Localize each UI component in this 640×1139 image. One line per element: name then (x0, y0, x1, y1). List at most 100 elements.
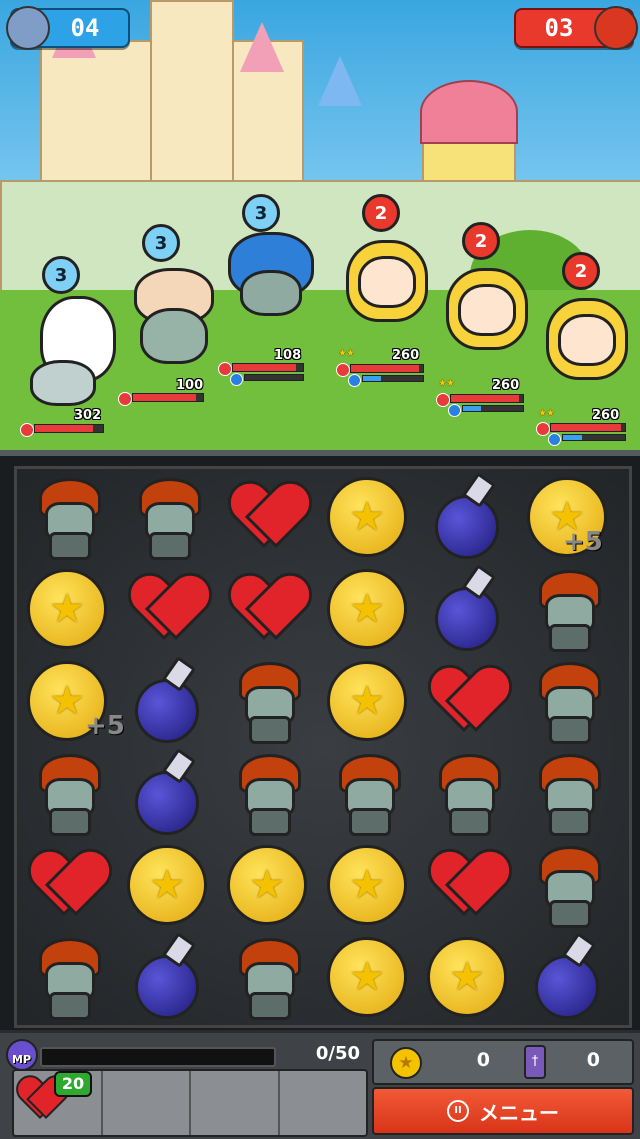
girl-face (458, 284, 516, 336)
zombie-icon (35, 754, 101, 836)
pause-icon: II (447, 1100, 469, 1122)
mp-bolt-icon (230, 373, 243, 386)
board-cell-coin[interactable]: ★ (221, 839, 313, 931)
coin-count: 0 (476, 1049, 490, 1071)
board-cell-heart[interactable] (221, 563, 313, 655)
enemy-unit-3[interactable]: 2 ★★ 260 (536, 250, 632, 450)
heart-icon (132, 576, 202, 642)
board-cell-zombie[interactable] (221, 931, 313, 1023)
hp-value: 302 (74, 408, 102, 423)
hp-bar (450, 394, 524, 403)
menu-label: メニュー (479, 1100, 559, 1125)
mp-bar (562, 434, 626, 441)
potion-icon (135, 679, 199, 743)
board-cell-heart[interactable] (221, 471, 313, 563)
heart-icon (432, 668, 502, 734)
heart-icon (20, 423, 34, 437)
zombie-icon (435, 754, 501, 836)
girl-face (558, 314, 616, 366)
mp-value: 0/50 (315, 1043, 360, 1064)
coin-icon: ★ (390, 1047, 422, 1079)
board-cell-zombie[interactable] (321, 747, 413, 839)
zombie-face-icon (6, 6, 50, 50)
menu-button[interactable]: II メニュー (372, 1087, 634, 1135)
board-cell-coin[interactable]: ★ (421, 931, 513, 1023)
mp-gauge (40, 1047, 276, 1067)
zombie-icon (35, 938, 101, 1020)
board-cell-coin[interactable]: ★ (21, 563, 113, 655)
hp-bar (132, 393, 204, 402)
board-cell-potion[interactable] (421, 563, 513, 655)
heart-icon (232, 576, 302, 642)
zombie-icon (535, 754, 601, 836)
coin-icon: ★ (327, 569, 407, 649)
enemy-unit-1[interactable]: 2 ★★ 260 (336, 190, 432, 390)
board-cell-potion[interactable] (121, 655, 213, 747)
wrestler-body (30, 360, 96, 406)
board-cell-zombie[interactable] (21, 471, 113, 563)
board-cell-potion[interactable] (121, 931, 213, 1023)
rank-stars: ★★ (538, 408, 555, 419)
board-cell-coin[interactable]: ★ (321, 655, 413, 747)
board-cell-coin[interactable]: ★ (321, 931, 413, 1023)
turn-counter: 3 (142, 224, 180, 262)
hp-bar (550, 423, 626, 432)
bonus-label: +5 (563, 527, 603, 557)
zombie-icon (235, 754, 301, 836)
ally-unit-bluehair[interactable]: 3 108 (218, 190, 318, 390)
potion-icon (135, 771, 199, 835)
board-cell-heart[interactable] (421, 655, 513, 747)
rank-stars: ★★ (438, 378, 455, 389)
hp-value: 108 (274, 348, 302, 363)
heart-icon (432, 852, 502, 918)
board-cell-potion[interactable] (421, 471, 513, 563)
board-cell-zombie[interactable] (21, 931, 113, 1023)
battle-scene: 04 03 3 302 3 100 3 108 2 ★★ 260 2 ★★ 26… (0, 0, 640, 450)
board-cell-zombie[interactable] (221, 655, 313, 747)
board-cell-coin[interactable]: ★ (321, 471, 413, 563)
enemy-unit-2[interactable]: 2 ★★ 260 (436, 218, 532, 418)
puzzle-board: ★ ★ ★ ★ ★ ★ ★ ★ ★ ★ ★ +5 +5 (0, 450, 640, 1036)
turn-counter: 2 (462, 222, 500, 260)
hp-badge: 20 (54, 1071, 92, 1097)
heart-icon (32, 852, 102, 918)
board-cell-coin[interactable]: ★ (321, 839, 413, 931)
board-cell-coin[interactable]: ★ (321, 563, 413, 655)
board-cell-heart[interactable] (121, 563, 213, 655)
mp-bar (462, 405, 524, 412)
board-cell-heart[interactable] (421, 839, 513, 931)
ally-unit-wrestler[interactable]: 3 302 (20, 250, 130, 440)
board-cell-zombie[interactable] (521, 563, 613, 655)
resource-panel: ★ 0 † 0 (372, 1039, 634, 1085)
ally-unit-beanie[interactable]: 3 100 (118, 218, 218, 408)
board-cell-coin[interactable]: ★ (121, 839, 213, 931)
coin-icon: ★ (327, 661, 407, 741)
skill-slot[interactable] (191, 1071, 280, 1135)
castle-dome (420, 80, 518, 144)
zombie-icon (335, 754, 401, 836)
hp-value: 100 (176, 378, 204, 393)
board-cell-zombie[interactable] (21, 747, 113, 839)
board-cell-zombie[interactable] (221, 747, 313, 839)
zombie-icon (35, 478, 101, 560)
skill-slot[interactable] (280, 1071, 367, 1135)
board-cell-potion[interactable] (521, 931, 613, 1023)
hp-value: 260 (392, 348, 420, 363)
mp-bar (362, 375, 424, 382)
board-cell-zombie[interactable] (121, 471, 213, 563)
bonus-label: +5 (85, 711, 125, 741)
board-cell-zombie[interactable] (521, 747, 613, 839)
board-cell-heart[interactable] (21, 839, 113, 931)
heart-icon (232, 484, 302, 550)
hp-bar (34, 424, 104, 433)
heart-icon (536, 422, 550, 436)
board-cell-zombie[interactable] (421, 747, 513, 839)
mp-label: MP (12, 1053, 32, 1066)
beanie-face (140, 308, 208, 364)
coin-icon: ★ (127, 845, 207, 925)
board-cell-zombie[interactable] (521, 655, 613, 747)
board-cell-potion[interactable] (121, 747, 213, 839)
skill-slot[interactable] (103, 1071, 191, 1135)
hp-value: 260 (592, 408, 620, 423)
board-cell-zombie[interactable] (521, 839, 613, 931)
